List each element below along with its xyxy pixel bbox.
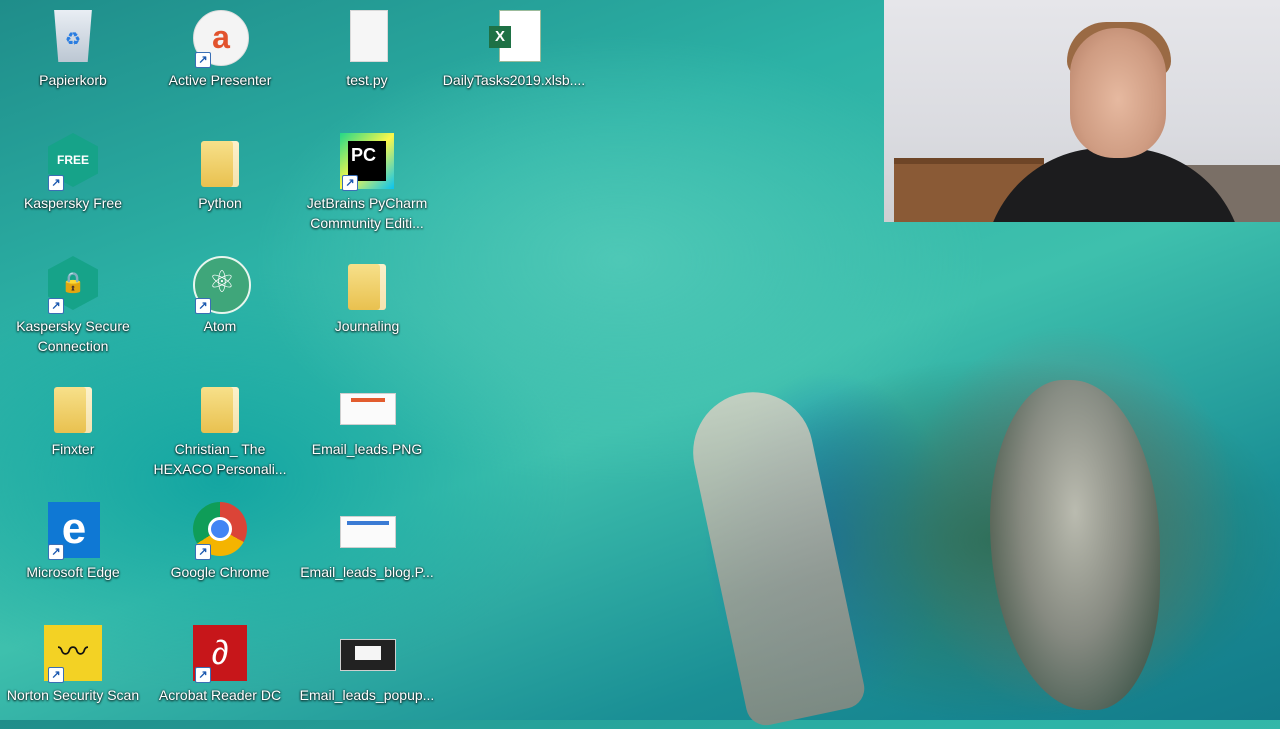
folder-icon	[338, 256, 396, 314]
desktop-icon-dailytasks-xlsb[interactable]: X DailyTasks2019.xlsb....	[441, 4, 587, 90]
desktop-icon-label: Microsoft Edge	[26, 564, 120, 580]
excel-file-icon: X	[485, 10, 543, 68]
webcam-overlay	[884, 0, 1280, 222]
wallpaper-sandbar	[682, 381, 868, 729]
webcam-person-face	[1070, 28, 1166, 158]
desktop-icon-label: test.py	[346, 72, 388, 88]
desktop-icon-acrobat-reader[interactable]: ∂ ↗ Acrobat Reader DC	[147, 619, 293, 705]
wallpaper-island	[990, 380, 1160, 710]
desktop-icon-atom[interactable]: ⚛ ↗ Atom	[147, 250, 293, 336]
desktop-icon-norton-security-scan[interactable]: 〰 ↗ Norton Security Scan	[0, 619, 146, 705]
desktop-icon-email-leads-popup[interactable]: Email_leads_popup...	[294, 619, 440, 705]
desktop-icon-label: Python	[198, 195, 242, 211]
desktop-icon-label: Email_leads_popup...	[299, 687, 435, 703]
desktop-icon-microsoft-edge[interactable]: e ↗ Microsoft Edge	[0, 496, 146, 582]
desktop-icon-papierkorb[interactable]: ♻ Papierkorb	[0, 4, 146, 90]
active-presenter-icon: a ↗	[191, 10, 249, 68]
edge-icon: e ↗	[44, 502, 102, 560]
desktop-icon-label: Kaspersky Secure Connection	[16, 318, 130, 354]
desktop-icon-email-leads-blog[interactable]: Email_leads_blog.P...	[294, 496, 440, 582]
desktop-icon-test-py[interactable]: test.py	[294, 4, 440, 90]
desktop-icon-google-chrome[interactable]: ↗ Google Chrome	[147, 496, 293, 582]
norton-icon: 〰 ↗	[44, 625, 102, 683]
desktop-icon-label: DailyTasks2019.xlsb....	[442, 72, 586, 88]
desktop-icon-label: Finxter	[51, 441, 95, 457]
desktop-icon-label: Journaling	[334, 318, 400, 334]
chrome-icon: ↗	[191, 502, 249, 560]
pycharm-icon: PC ↗	[338, 133, 396, 191]
desktop-icon-label: Acrobat Reader DC	[158, 687, 282, 703]
python-file-icon	[338, 10, 396, 68]
desktop-icon-label: Atom	[203, 318, 237, 334]
desktop-icon-email-leads-png[interactable]: Email_leads.PNG	[294, 373, 440, 459]
desktop-icon-label: Email_leads.PNG	[311, 441, 423, 457]
desktop-icon-finxter[interactable]: Finxter	[0, 373, 146, 459]
desktop-icon-label: Norton Security Scan	[6, 687, 140, 703]
folder-icon	[191, 133, 249, 191]
desktop-icon-label: Christian_ The HEXACO Personali...	[153, 441, 287, 477]
image-file-icon	[338, 625, 396, 683]
atom-icon: ⚛ ↗	[191, 256, 251, 314]
folder-icon	[44, 379, 102, 437]
desktop-icon-python-folder[interactable]: Python	[147, 127, 293, 213]
desktop-icon-label: Google Chrome	[170, 564, 270, 580]
desktop-icon-kaspersky-free[interactable]: FREE ↗ Kaspersky Free	[0, 127, 146, 213]
desktop-icon-label: Email_leads_blog.P...	[300, 564, 434, 580]
kaspersky-secure-connection-icon: 🔒 ↗	[44, 256, 102, 314]
acrobat-icon: ∂ ↗	[191, 625, 249, 683]
desktop-icon-hexaco-folder[interactable]: Christian_ The HEXACO Personali...	[147, 373, 293, 479]
kaspersky-free-icon: FREE ↗	[44, 133, 102, 191]
desktop-icon-kaspersky-secure-connection[interactable]: 🔒 ↗ Kaspersky Secure Connection	[0, 250, 146, 356]
image-file-icon	[338, 379, 396, 437]
desktop-icon-journaling[interactable]: Journaling	[294, 250, 440, 336]
desktop-icon-label: JetBrains PyCharm Community Editi...	[306, 195, 428, 231]
image-file-icon	[338, 502, 396, 560]
desktop-icon-active-presenter[interactable]: a ↗ Active Presenter	[147, 4, 293, 90]
desktop-icon-label: Kaspersky Free	[23, 195, 123, 211]
desktop-icon-pycharm[interactable]: PC ↗ JetBrains PyCharm Community Editi..…	[294, 127, 440, 233]
desktop-icon-label: Papierkorb	[39, 72, 107, 88]
desktop-icon-label: Active Presenter	[168, 72, 272, 88]
folder-icon	[191, 379, 249, 437]
recycle-bin-icon: ♻	[44, 10, 102, 68]
